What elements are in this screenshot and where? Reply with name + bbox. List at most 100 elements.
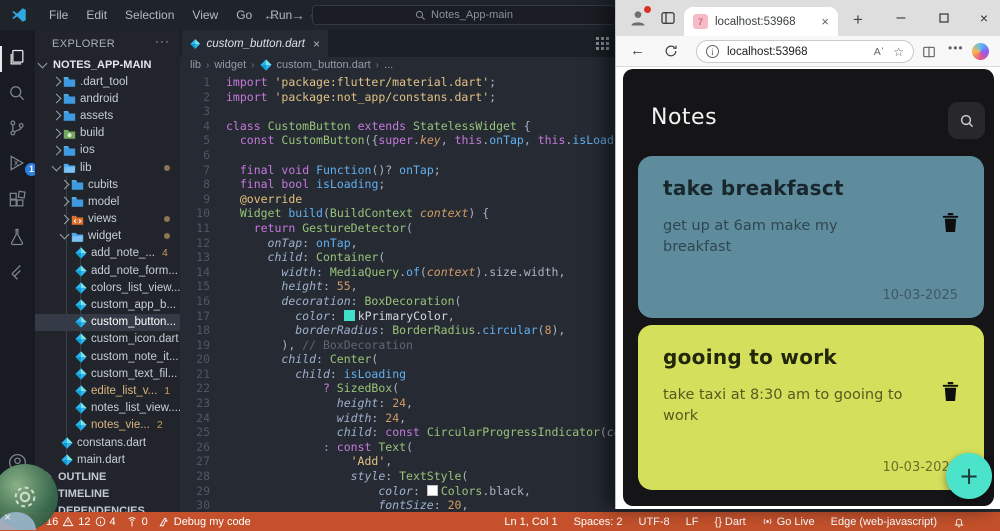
- read-aloud-icon[interactable]: A᾿: [874, 46, 885, 58]
- search-sidebar-icon[interactable]: [7, 83, 29, 105]
- tree-item-add-note-form[interactable]: add_note_form...: [35, 262, 180, 279]
- flutter-icon[interactable]: [7, 263, 29, 285]
- breadcrumb-item[interactable]: widget: [214, 59, 246, 71]
- tree-item--dart-tool[interactable]: .dart_tool: [35, 73, 180, 90]
- note-card-1[interactable]: take breakfasct get up at 6am make my bre…: [638, 156, 984, 318]
- menu-item-go[interactable]: Go: [227, 0, 261, 30]
- status-edge-web-javascript[interactable]: Edge (web-javascript): [826, 512, 942, 531]
- code-line[interactable]: 3: [180, 104, 615, 119]
- tree-item-views[interactable]: views: [35, 211, 180, 228]
- code-line[interactable]: 1 import 'package:flutter/material.dart';: [180, 75, 615, 90]
- project-section-header[interactable]: NOTES_APP-MAIN: [37, 56, 176, 74]
- code-line[interactable]: 11 return GestureDetector(: [180, 221, 615, 236]
- explorer-more-icon[interactable]: ···: [155, 34, 170, 48]
- code-line[interactable]: 22 ? SizedBox(: [180, 381, 615, 396]
- browser-tab[interactable]: 7 localhost:53968 ×: [684, 7, 838, 36]
- address-bar[interactable]: i localhost:53968 A᾿ ☆: [696, 40, 914, 63]
- tab-close-icon[interactable]: ×: [313, 37, 320, 51]
- forward-arrow-icon[interactable]: →: [291, 7, 305, 23]
- code-line[interactable]: 28 style: TextStyle(: [180, 469, 615, 484]
- code-line[interactable]: 26 : const Text(: [180, 440, 615, 455]
- code-line[interactable]: 18 borderRadius: BorderRadius.circular(8…: [180, 323, 615, 338]
- code-line[interactable]: 8 final bool isLoading;: [180, 177, 615, 192]
- add-note-fab[interactable]: +: [946, 453, 992, 499]
- code-line[interactable]: 2 import 'package:not_app/constans.dart';: [180, 90, 615, 105]
- code-line[interactable]: 23 height: 24,: [180, 396, 615, 411]
- delete-note-icon[interactable]: [941, 212, 960, 233]
- refresh-button[interactable]: [664, 44, 678, 58]
- tree-item-main-dart[interactable]: main.dart: [35, 451, 180, 468]
- run-debug-icon[interactable]: 1: [7, 153, 38, 176]
- tree-item-lib[interactable]: lib: [35, 159, 180, 176]
- status-ln-1-col-1[interactable]: Ln 1, Col 1: [499, 512, 562, 531]
- tree-item-edite-list-v[interactable]: edite_list_v... 1: [35, 382, 180, 399]
- tree-item-custom-note-it[interactable]: custom_note_it...: [35, 348, 180, 365]
- favorite-star-icon[interactable]: ☆: [893, 45, 904, 59]
- code-line[interactable]: 12 onTap: onTap,: [180, 236, 615, 251]
- tree-item-android[interactable]: android: [35, 90, 180, 107]
- tree-item-ios[interactable]: ios: [35, 142, 180, 159]
- extensions-icon[interactable]: [7, 190, 29, 212]
- breadcrumb[interactable]: lib › widget › custom_button.dart ›...: [190, 57, 393, 73]
- menu-item-file[interactable]: File: [40, 0, 77, 30]
- notes-search-button[interactable]: [948, 102, 985, 139]
- tree-item-colors-list-view[interactable]: colors_list_view...: [35, 279, 180, 296]
- status--dart[interactable]: {} Dart: [710, 512, 751, 531]
- debug-my-code-item[interactable]: Debug my code: [153, 512, 256, 531]
- status-go-live[interactable]: Go Live: [757, 512, 820, 531]
- explorer-icon[interactable]: [0, 46, 29, 72]
- code-line[interactable]: 20 child: Center(: [180, 352, 615, 367]
- breadcrumb-item[interactable]: ...: [384, 59, 393, 71]
- panel-outline[interactable]: OUTLINE: [35, 468, 180, 485]
- code-line[interactable]: 16 decoration: BoxDecoration(: [180, 294, 615, 309]
- back-button[interactable]: ←: [630, 42, 645, 59]
- tree-item-model[interactable]: model: [35, 193, 180, 210]
- code-line[interactable]: 7 final void Function()? onTap;: [180, 163, 615, 178]
- code-line[interactable]: 4 class CustomButton extends StatelessWid…: [180, 119, 615, 134]
- split-screen-icon[interactable]: [922, 45, 936, 59]
- code-line[interactable]: 9 @override: [180, 192, 615, 207]
- code-line[interactable]: 15 height: 55,: [180, 279, 615, 294]
- tree-item-add-note[interactable]: add_note_... 4: [35, 245, 180, 262]
- tree-item-custom-text-fil[interactable]: custom_text_fil...: [35, 365, 180, 382]
- minimize-button[interactable]: –: [886, 0, 916, 36]
- code-line[interactable]: 5 const CustomButton({super.key, this.on…: [180, 133, 615, 148]
- browser-menu-icon[interactable]: •••: [948, 41, 964, 55]
- breadcrumb-item[interactable]: lib: [190, 59, 201, 71]
- code-line[interactable]: 17 color: kPrimaryColor,: [180, 309, 615, 324]
- code-line[interactable]: 30 fontSize: 20,: [180, 498, 615, 512]
- status-spaces-2[interactable]: Spaces: 2: [569, 512, 628, 531]
- site-info-icon[interactable]: i: [706, 45, 719, 58]
- testing-icon[interactable]: [7, 227, 29, 249]
- code-line[interactable]: 27 'Add',: [180, 454, 615, 469]
- tree-item-constans-dart[interactable]: constans.dart: [35, 434, 180, 451]
- copilot-icon[interactable]: [972, 43, 989, 60]
- tree-item-build[interactable]: build: [35, 125, 180, 142]
- menu-item-edit[interactable]: Edit: [77, 0, 116, 30]
- menu-item-view[interactable]: View: [183, 0, 227, 30]
- code-line[interactable]: 21 child: isLoading: [180, 367, 615, 382]
- code-line[interactable]: 6: [180, 148, 615, 163]
- menu-item-selection[interactable]: Selection: [116, 0, 183, 30]
- code-line[interactable]: 24 width: 24,: [180, 411, 615, 426]
- delete-note-icon[interactable]: [941, 381, 960, 402]
- tree-item-cubits[interactable]: cubits: [35, 176, 180, 193]
- tab-close-icon[interactable]: ×: [821, 14, 829, 29]
- status-lf[interactable]: LF: [681, 512, 704, 531]
- source-control-icon[interactable]: [7, 118, 29, 140]
- tree-item-notes-list-view[interactable]: notes_list_view....: [35, 400, 180, 417]
- note-card-2[interactable]: gooing to work take taxi at 8:30 am to go…: [638, 325, 984, 490]
- command-search-box[interactable]: Notes_App-main: [312, 5, 616, 25]
- breadcrumb-item[interactable]: custom_button.dart: [277, 59, 371, 71]
- workspaces-icon[interactable]: [660, 10, 676, 26]
- tree-item-custom-app-b[interactable]: custom_app_b...: [35, 296, 180, 313]
- tree-item-notes-vie[interactable]: notes_vie... 2: [35, 417, 180, 434]
- code-line[interactable]: 19 ), // BoxDecoration: [180, 338, 615, 353]
- new-tab-button[interactable]: +: [853, 10, 863, 30]
- maximize-button[interactable]: [929, 0, 959, 36]
- tree-item-custom-button[interactable]: custom_button...: [35, 313, 180, 331]
- code-line[interactable]: 14 width: MediaQuery.of(context).size.wi…: [180, 265, 615, 280]
- editor-layout-grid-icon[interactable]: [596, 37, 609, 50]
- code-line[interactable]: 10 Widget build(BuildContext context) {: [180, 206, 615, 221]
- code-line[interactable]: 25 child: const CircularProgressIndicato…: [180, 425, 615, 440]
